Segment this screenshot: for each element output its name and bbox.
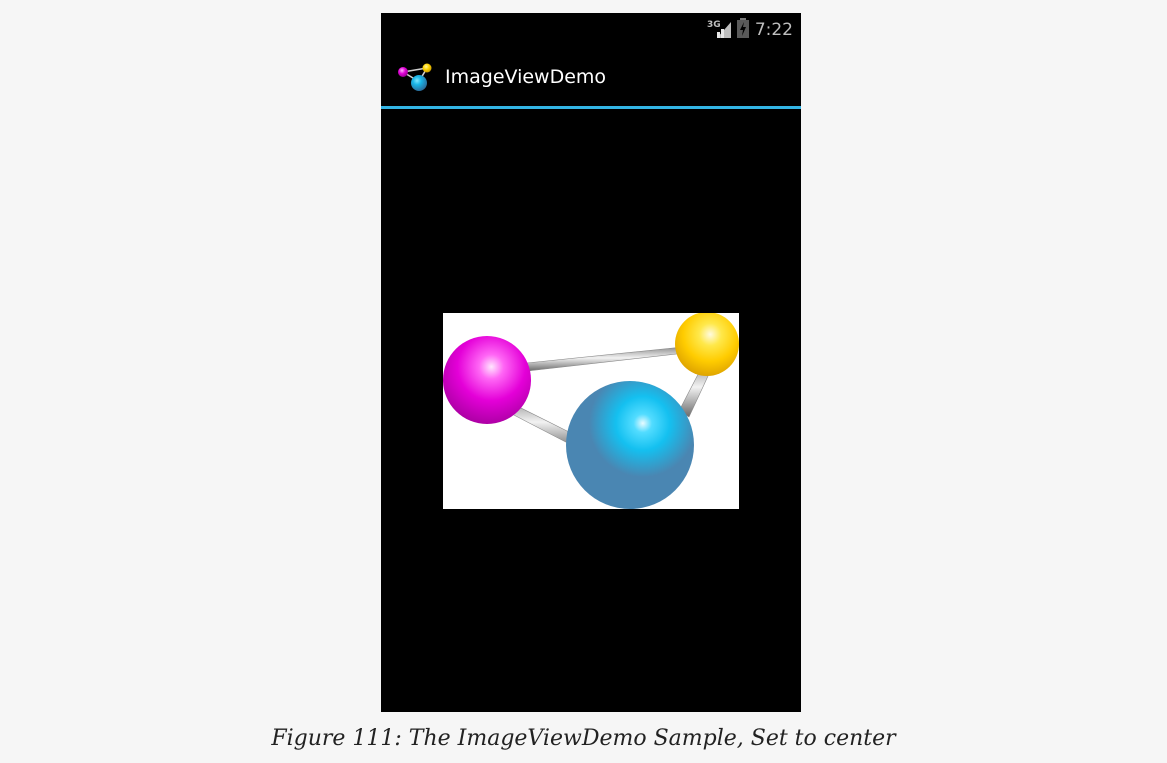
app-title: ImageViewDemo [445, 66, 607, 88]
molecule-image [443, 313, 739, 509]
action-bar: ImageViewDemo [381, 47, 801, 109]
battery-charging-icon [736, 18, 749, 42]
status-indicators: 3G 7:22 [707, 18, 793, 42]
phone-screen: 3G 7:22 ImageViewDemo [381, 13, 801, 712]
signal-3g-icon: 3G [707, 18, 731, 42]
app-launcher-icon[interactable] [397, 62, 433, 92]
figure-caption: Figure 111: The ImageViewDemo Sample, Se… [271, 726, 896, 751]
molecule-image-view [443, 313, 739, 509]
page: 3G 7:22 ImageViewDemo Figure 111: The Im… [0, 0, 1167, 763]
status-time: 7:22 [754, 20, 793, 40]
content-area [381, 109, 801, 712]
status-bar: 3G 7:22 [381, 13, 801, 47]
network-type-label: 3G [707, 20, 721, 30]
